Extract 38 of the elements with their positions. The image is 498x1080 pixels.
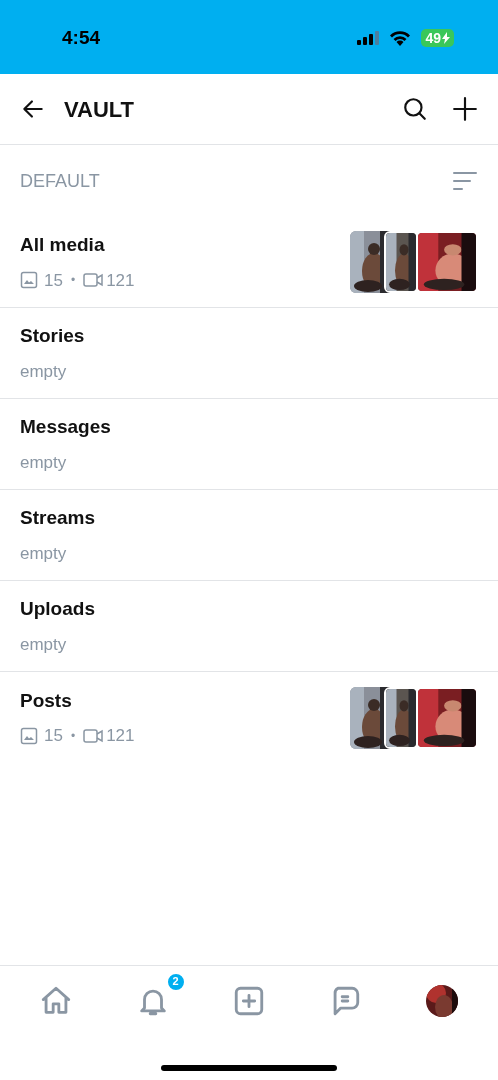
list-subtitle: empty <box>20 633 68 656</box>
list-title: Stories <box>20 324 86 348</box>
section-title: DEFAULT <box>20 169 100 193</box>
list-item[interactable]: Streams empty <box>0 490 498 581</box>
page-title: VAULT <box>64 95 135 124</box>
video-icon <box>83 727 104 744</box>
list-subtitle: empty <box>20 360 68 383</box>
charging-icon <box>442 32 450 44</box>
list-title: All media <box>20 233 106 257</box>
photo-count: 15 <box>44 269 63 292</box>
notification-badge: 2 <box>165 971 186 992</box>
separator-dot: • <box>70 272 76 290</box>
wifi-icon <box>389 30 412 46</box>
video-icon <box>83 272 104 289</box>
list-title: Streams <box>20 506 96 530</box>
signal-icon <box>357 31 380 45</box>
video-count: 121 <box>106 269 135 292</box>
sort-icon[interactable] <box>452 169 478 193</box>
add-icon[interactable] <box>452 96 478 122</box>
photo-count: 15 <box>44 725 63 747</box>
video-count: 121 <box>106 725 135 747</box>
list-title: Messages <box>20 415 112 439</box>
image-icon <box>20 271 38 290</box>
list-title: Uploads <box>20 597 96 621</box>
list-item[interactable]: Stories empty <box>0 308 498 399</box>
list-subtitle: empty <box>20 542 68 565</box>
list-item[interactable]: Messages empty <box>0 399 498 490</box>
list-item[interactable]: Uploads empty <box>0 581 498 672</box>
status-time: 4:54 <box>62 25 101 50</box>
search-icon[interactable] <box>402 96 428 122</box>
separator-dot: • <box>70 727 76 745</box>
battery-level: 49 <box>425 29 441 47</box>
image-icon <box>20 726 38 745</box>
list-title: Posts <box>20 688 73 713</box>
list-item[interactable]: All media 15 • 121 <box>0 217 498 308</box>
avatar[interactable] <box>425 984 458 1017</box>
list-subtitle: empty <box>20 451 68 474</box>
list-item[interactable]: Posts 15 • 121 <box>0 672 498 763</box>
